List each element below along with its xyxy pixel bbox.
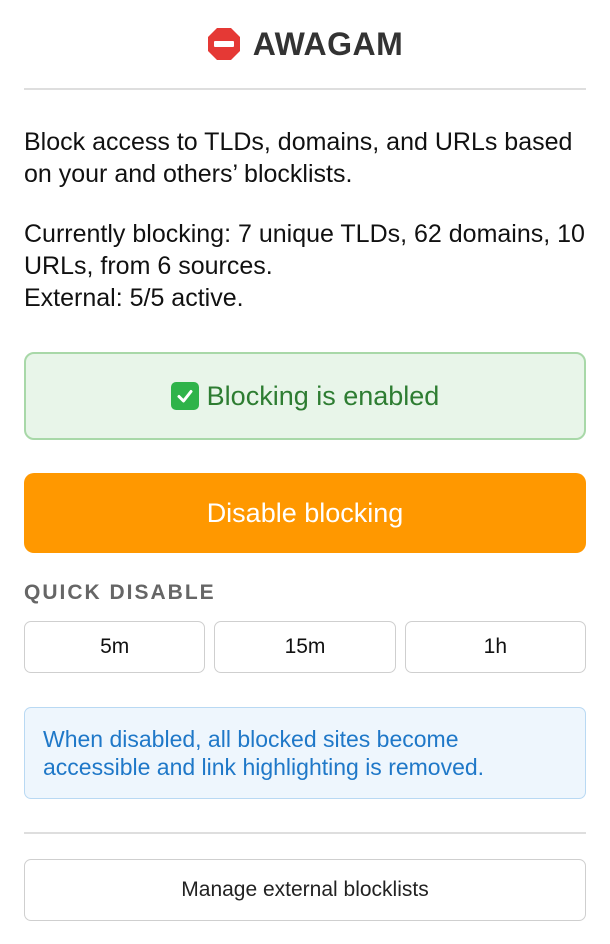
blocking-stats: Currently blocking: 7 unique TLDs, 62 do… <box>24 218 586 314</box>
popup-container: AWAGAM Block access to TLDs, domains, an… <box>0 0 610 944</box>
header-divider <box>24 88 586 90</box>
manage-blocklists-button[interactable]: Manage external blocklists <box>24 859 586 921</box>
description-text: Block access to TLDs, domains, and URLs … <box>24 128 573 188</box>
status-text: Blocking is enabled <box>206 380 440 411</box>
stats-summary: Currently blocking: 7 unique TLDs, 62 do… <box>24 220 585 280</box>
app-title: AWAGAM <box>252 25 404 62</box>
status-banner: Blocking is enabled <box>24 352 586 440</box>
info-notice: When disabled, all blocked sites become … <box>24 707 586 799</box>
header: AWAGAM <box>24 0 586 88</box>
quick-disable-5m-button[interactable]: 5m <box>24 621 206 673</box>
stop-sign-icon <box>207 27 241 61</box>
check-icon <box>170 382 199 410</box>
quick-disable-label: QUICK DISABLE <box>24 581 216 604</box>
footer-divider <box>24 832 586 834</box>
quick-disable-1h-button[interactable]: 1h <box>404 621 586 673</box>
quick-disable-15m-button[interactable]: 15m <box>214 621 396 673</box>
disable-blocking-button[interactable]: Disable blocking <box>24 473 586 553</box>
quick-disable-options: 5m 15m 1h <box>24 621 586 673</box>
stats-external: External: 5/5 active. <box>24 284 244 312</box>
